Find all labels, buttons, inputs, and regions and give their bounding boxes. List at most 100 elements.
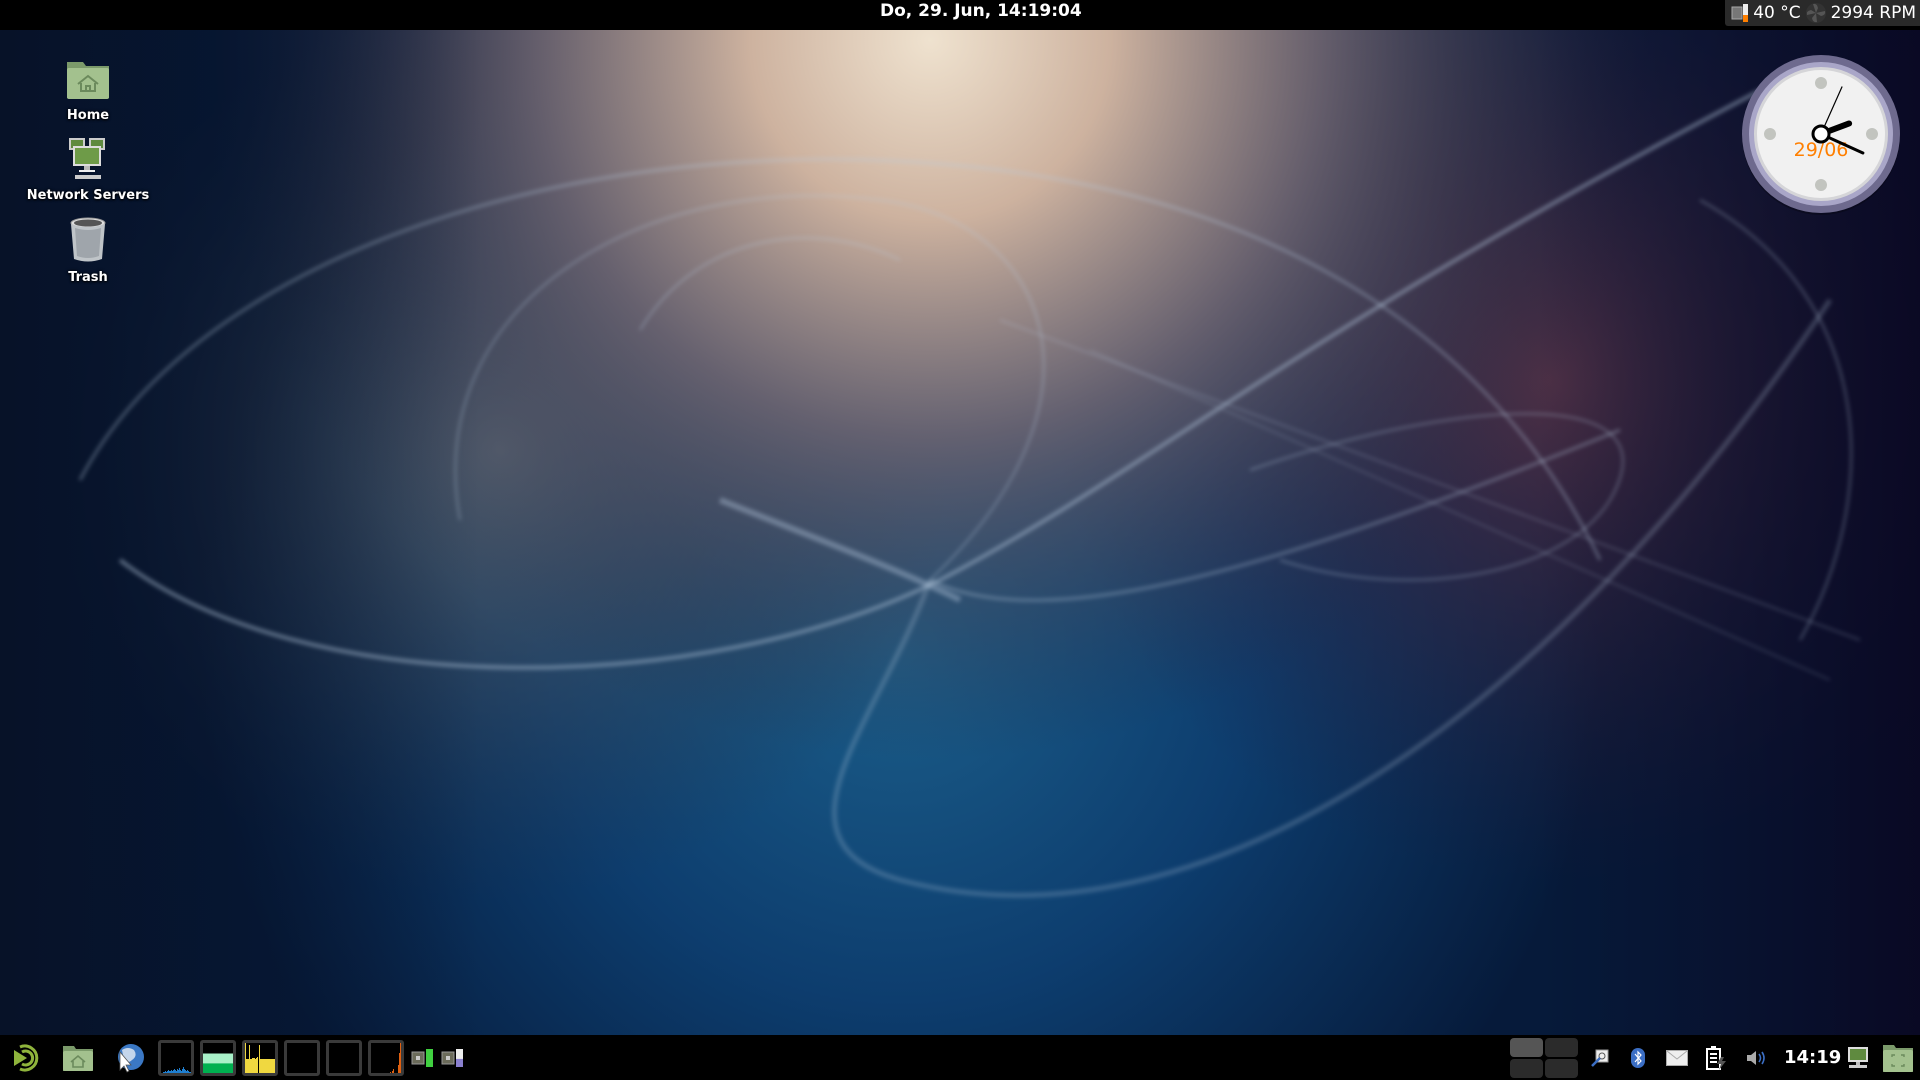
graph-sample: [188, 1071, 189, 1073]
graph-sample: [399, 1053, 400, 1073]
taskbar-clock[interactable]: 14:19: [1784, 1035, 1841, 1080]
fan-icon: [1805, 3, 1826, 23]
workspace-1[interactable]: [1510, 1038, 1543, 1057]
graph-sample: [185, 1070, 186, 1073]
graph-sample: [254, 1058, 255, 1073]
swap-monitor[interactable]: [284, 1040, 320, 1076]
desktop-icon-label: Network Servers: [26, 188, 150, 203]
cpu-frequency-indicator[interactable]: [410, 1039, 436, 1077]
frequency-level-bar: [426, 1049, 433, 1067]
tray-bluetooth[interactable]: [1626, 1039, 1650, 1077]
graph-sample: [268, 1059, 269, 1073]
tray-network-manager[interactable]: [1588, 1039, 1612, 1077]
graph-sample: [263, 1059, 264, 1073]
graph-sample: [255, 1059, 256, 1073]
graph-sample: [245, 1043, 246, 1073]
mail-icon: [1666, 1050, 1688, 1066]
show-desktop-button[interactable]: [1844, 1039, 1872, 1077]
menu-icon: [14, 1044, 39, 1072]
graph-sample: [168, 1070, 169, 1073]
graph-sample: [167, 1071, 168, 1073]
graph-sample: [246, 1059, 247, 1073]
desktop-icon-label: Trash: [68, 270, 108, 285]
graph-sample: [163, 1072, 164, 1073]
workspace-3[interactable]: [1510, 1059, 1543, 1078]
graph-sample: [265, 1059, 266, 1073]
graph-sample: [273, 1059, 274, 1073]
clock-marker: [1815, 179, 1827, 191]
workspace-4[interactable]: [1545, 1059, 1578, 1078]
graph-sample: [269, 1059, 270, 1073]
files-button[interactable]: [1880, 1039, 1916, 1077]
graph-sample: [177, 1069, 178, 1073]
launcher-web-browser[interactable]: [112, 1039, 148, 1077]
graph-sample: [260, 1059, 261, 1073]
graph-sample: [248, 1059, 249, 1073]
desktop-icon-home[interactable]: Home: [18, 56, 158, 123]
disk-monitor[interactable]: [368, 1040, 404, 1076]
tray-mail[interactable]: [1664, 1039, 1690, 1077]
graph-sample: [392, 1071, 393, 1073]
volume-icon: [1747, 1051, 1765, 1065]
trash-icon: [70, 217, 106, 262]
memory-monitor[interactable]: [200, 1040, 236, 1076]
graph-sample: [180, 1070, 181, 1073]
desktop-icon-network-servers[interactable]: Network Servers: [18, 136, 158, 203]
desktop-icon-trash[interactable]: Trash: [18, 216, 158, 285]
graph-sample: [170, 1071, 171, 1073]
graph-sample: [171, 1070, 172, 1073]
graph-sample: [267, 1059, 268, 1073]
tray-battery[interactable]: [1704, 1039, 1728, 1077]
cpu-temperature-icon: [1731, 4, 1749, 22]
show-desktop-icon: [1848, 1047, 1868, 1068]
load-monitor[interactable]: [326, 1040, 362, 1076]
usage-level-bar: [456, 1058, 463, 1067]
graph-sample: [253, 1058, 254, 1073]
launcher-files[interactable]: [60, 1039, 96, 1077]
cpu-monitor[interactable]: [158, 1040, 194, 1076]
clock-center: [1811, 124, 1831, 144]
graph-sample: [398, 1065, 399, 1073]
graph-sample: [272, 1059, 273, 1073]
network-monitor[interactable]: [242, 1040, 278, 1076]
graph-sample: [257, 1057, 258, 1073]
graph-sample: [169, 1071, 170, 1073]
top-panel: Do, 29. Jun, 14:19:04 40 °C 2994 RPM: [0, 0, 1920, 30]
graph-sample: [390, 1072, 391, 1073]
graph-sample: [178, 1070, 179, 1073]
clock-marker: [1815, 77, 1827, 89]
desktop-wallpaper: [0, 0, 1920, 1080]
temperature-value: 40 °C: [1753, 3, 1801, 23]
graph-sample: [174, 1069, 175, 1073]
graph-sample: [179, 1068, 180, 1073]
cpu-chip-icon: [411, 1049, 433, 1067]
hardware-sensors[interactable]: 40 °C 2994 RPM: [1725, 0, 1920, 26]
graph-sample: [249, 1045, 250, 1073]
workspace-2[interactable]: [1545, 1038, 1578, 1057]
cpu-usage-indicator[interactable]: [440, 1039, 466, 1077]
graph-sample: [175, 1070, 176, 1073]
graph-sample: [266, 1059, 267, 1073]
graph-sample: [247, 1059, 248, 1073]
graph-sample: [262, 1059, 263, 1073]
network-manager-icon: [1591, 1049, 1609, 1067]
menu-button[interactable]: [6, 1039, 42, 1077]
graph-sample: [264, 1059, 265, 1073]
graph-sample: [176, 1071, 177, 1073]
clock-marker: [1764, 128, 1776, 140]
graph-sample: [166, 1072, 167, 1073]
tray-volume[interactable]: [1744, 1039, 1770, 1077]
analog-clock-widget[interactable]: 29/06: [1740, 53, 1902, 215]
graph-sample: [251, 1059, 252, 1073]
graph-sample: [252, 1058, 253, 1073]
cpu-chip-icon: [441, 1049, 463, 1067]
fan-speed-value: 2994 RPM: [1830, 3, 1916, 23]
graph-sample: [183, 1067, 184, 1073]
graph-sample: [184, 1069, 185, 1073]
graph-sample: [187, 1070, 188, 1073]
workspace-switcher[interactable]: [1510, 1038, 1578, 1078]
battery-icon: [1706, 1046, 1726, 1070]
desktop-icon-label: Home: [66, 108, 110, 123]
graph-sample: [186, 1071, 187, 1073]
panel-datetime[interactable]: Do, 29. Jun, 14:19:04: [880, 0, 1082, 30]
